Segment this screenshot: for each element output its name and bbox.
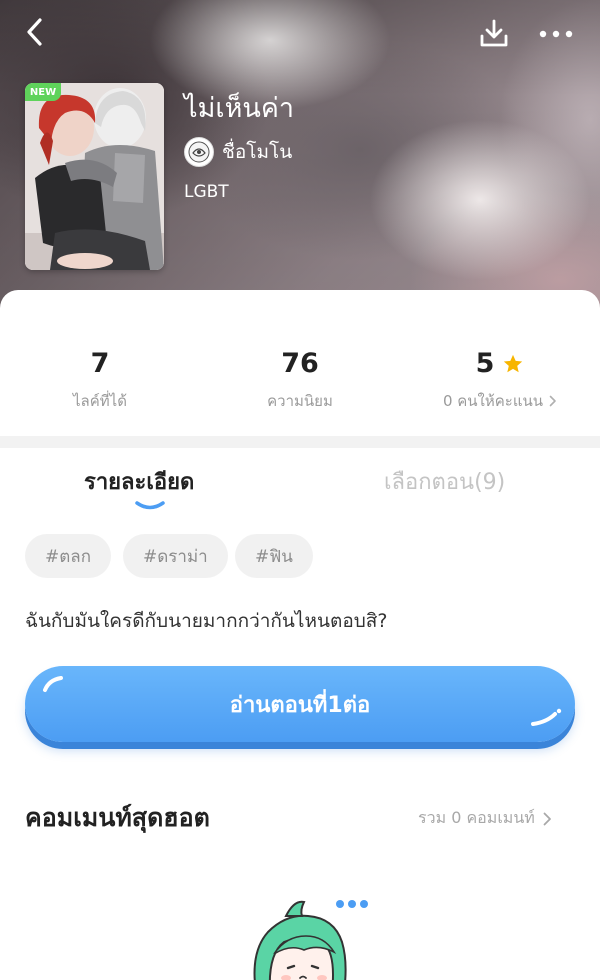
button-shine-left xyxy=(43,676,63,692)
new-badge: NEW xyxy=(25,83,61,101)
empty-comments-mascot xyxy=(246,892,376,980)
author-avatar xyxy=(184,137,214,167)
likes-value: 7 xyxy=(90,348,110,379)
chevron-right-icon xyxy=(549,395,556,407)
tag-chip[interactable]: #ดราม่า xyxy=(123,534,228,578)
synopsis-text: ฉันกับมันใครดีกับนายมากกว่ากันไหนตอบสิ? xyxy=(25,610,388,632)
genre-label: LGBT xyxy=(184,182,229,202)
active-tab-indicator xyxy=(134,495,166,514)
smile-underline-icon xyxy=(135,501,165,510)
popularity-value: 76 xyxy=(281,348,319,379)
likes-label-text: ไลค์ที่ได้ xyxy=(73,392,127,410)
tag-chip[interactable]: #ตลก xyxy=(25,534,111,578)
stat-likes: 7 ไลค์ที่ได้ xyxy=(0,348,200,413)
comment-count-text: รวม 0 คอมเมนท์ xyxy=(418,808,535,827)
author-row[interactable]: ชื่อโมโน xyxy=(184,136,292,168)
book-cover[interactable]: NEW xyxy=(25,83,164,270)
more-icon xyxy=(539,30,573,38)
book-title: ไม่เห็นค่า xyxy=(184,93,295,124)
rating-count-label[interactable]: 0 คนให้คะแนน xyxy=(400,389,600,413)
more-options-button[interactable] xyxy=(534,14,578,54)
mascot-illustration xyxy=(253,900,368,980)
button-shine-right xyxy=(531,708,562,726)
likes-label: ไลค์ที่ได้ xyxy=(0,389,200,413)
hero-banner: NEW ไม่เห็นค่า ชื่อโมโน LGBT xyxy=(0,0,600,320)
cover-illustration xyxy=(25,83,164,270)
back-icon xyxy=(27,18,42,46)
popularity-label: ความนิยม xyxy=(200,389,400,413)
rating-value: 5 xyxy=(400,348,600,379)
download-icon xyxy=(480,19,508,47)
star-icon xyxy=(504,354,523,372)
stat-popularity: 76 ความนิยม xyxy=(200,348,400,413)
author-avatar-icon xyxy=(188,141,210,163)
rating-count-text: 0 คนให้คะแนน xyxy=(442,392,544,410)
continue-reading-label: อ่านตอนที่1ต่อ xyxy=(229,692,371,718)
continue-reading-button[interactable]: อ่านตอนที่1ต่อ xyxy=(25,666,575,742)
download-button[interactable] xyxy=(474,14,514,54)
stat-rating[interactable]: 5 0 คนให้คะแนน xyxy=(400,348,600,413)
section-divider xyxy=(0,436,600,448)
detail-sheet: 7 ไลค์ที่ได้ 76 ความนิยม 5 0 คนให้คะแนน … xyxy=(0,290,600,980)
popularity-label-text: ความนิยม xyxy=(267,392,333,410)
author-name: ชื่อโมโน xyxy=(222,141,293,163)
all-comments-link[interactable]: รวม 0 คอมเมนท์ xyxy=(418,806,552,831)
chevron-right-icon xyxy=(543,812,551,825)
rating-score: 5 xyxy=(475,348,495,379)
back-button[interactable] xyxy=(18,14,52,50)
hot-comments-title: คอมเมนท์สุดฮอต xyxy=(25,803,210,832)
tab-episodes[interactable]: เลือกตอน(9) xyxy=(384,464,505,499)
tag-chip[interactable]: #ฟิน xyxy=(235,534,313,578)
tab-details[interactable]: รายละเอียด xyxy=(84,464,194,499)
